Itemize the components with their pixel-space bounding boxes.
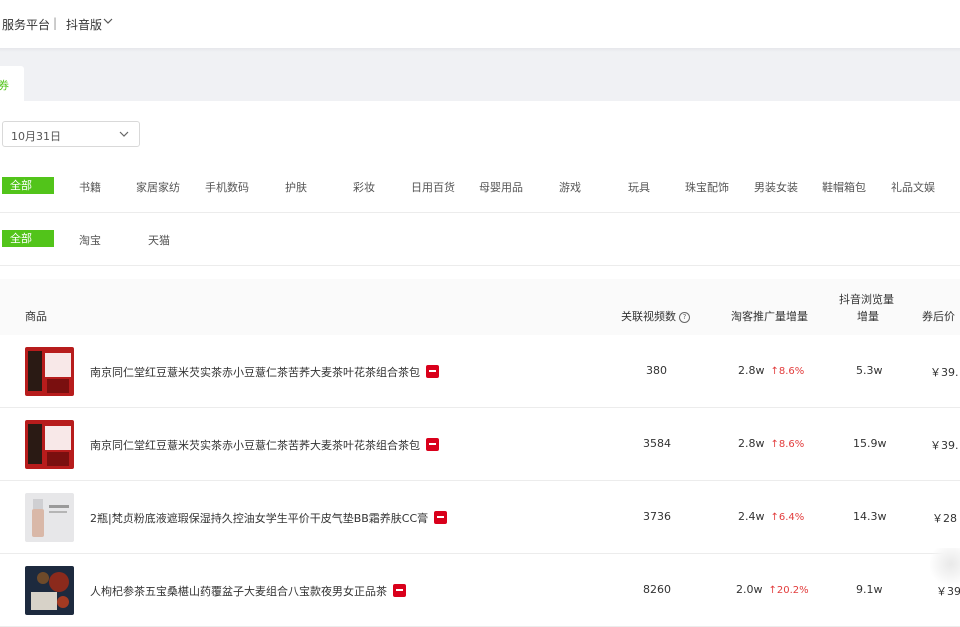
video-count: 3584 bbox=[643, 437, 671, 450]
promo-growth: 2.8w ↑8.6% bbox=[738, 364, 804, 377]
version-switch[interactable]: 抖音版 bbox=[66, 16, 102, 33]
view-growth: 14.3w bbox=[853, 510, 887, 523]
promo-growth: 2.4w ↑6.4% bbox=[738, 510, 804, 523]
video-count: 380 bbox=[646, 364, 667, 377]
category-item[interactable]: 日用百货 bbox=[411, 179, 455, 195]
main-panel: 10月31日 全部 书籍 家居家纺 手机数码 护肤 彩妆 日用百货 母婴用品 游… bbox=[0, 101, 960, 627]
watermark-decoration bbox=[930, 548, 960, 588]
chevron-down-icon bbox=[119, 131, 129, 137]
product-thumbnail[interactable] bbox=[25, 420, 74, 469]
tab-coupon[interactable]: 券 bbox=[0, 66, 24, 101]
col-views-line1[interactable]: 抖音浏览量 bbox=[839, 291, 894, 307]
help-icon[interactable]: ? bbox=[679, 312, 690, 323]
video-count: 8260 bbox=[643, 583, 671, 596]
category-item[interactable]: 手机数码 bbox=[205, 179, 249, 195]
tmall-badge-icon bbox=[393, 584, 406, 597]
category-filter-row: 全部 书籍 家居家纺 手机数码 护肤 彩妆 日用百货 母婴用品 游戏 玩具 珠宝… bbox=[0, 160, 960, 213]
product-name[interactable]: 南京同仁堂红豆薏米芡实茶赤小豆薏仁茶苦荞大麦茶叶花茶组合茶包 bbox=[90, 364, 439, 380]
category-item[interactable]: 书籍 bbox=[79, 179, 101, 195]
coupon-price: ￥28 bbox=[932, 512, 957, 525]
category-item[interactable]: 珠宝配饰 bbox=[685, 179, 729, 195]
header-separator: | bbox=[53, 16, 58, 30]
col-videos[interactable]: 关联视频数? bbox=[621, 308, 690, 324]
product-name-text: 人枸杞参茶五宝桑椹山药覆盆子大麦组合八宝款夜男女正品茶 bbox=[90, 585, 387, 598]
table-row[interactable]: 人枸杞参茶五宝桑椹山药覆盆子大麦组合八宝款夜男女正品茶 8260 2.0w ↑20… bbox=[0, 554, 960, 627]
table-row[interactable]: 2瓶|梵贞粉底液遮瑕保湿持久控油女学生平价干皮气垫BB霜养肤CC膏 3736 2… bbox=[0, 481, 960, 554]
category-item[interactable]: 鞋帽箱包 bbox=[822, 179, 866, 195]
date-select[interactable]: 10月31日 bbox=[2, 121, 140, 147]
tmall-badge-icon bbox=[426, 438, 439, 451]
product-name[interactable]: 人枸杞参茶五宝桑椹山药覆盆子大麦组合八宝款夜男女正品茶 bbox=[90, 583, 406, 599]
promo-change: ↑20.2% bbox=[768, 585, 809, 596]
promo-growth-value: 2.8w bbox=[738, 364, 765, 377]
promo-growth-value: 2.0w bbox=[736, 583, 763, 596]
category-item[interactable]: 游戏 bbox=[559, 179, 581, 195]
coupon-price: ￥39. bbox=[930, 366, 959, 379]
category-item[interactable]: 礼品文娱 bbox=[891, 179, 935, 195]
promo-change: ↑8.6% bbox=[770, 366, 805, 377]
platform-item-tmall[interactable]: 天猫 bbox=[148, 232, 170, 248]
platform-item-taobao[interactable]: 淘宝 bbox=[79, 232, 101, 248]
category-item[interactable]: 玩具 bbox=[628, 179, 650, 195]
category-all-pill[interactable]: 全部 bbox=[2, 177, 54, 194]
coupon-price: ￥39. bbox=[930, 439, 959, 452]
top-bar: 服务平台 | 抖音版 bbox=[0, 0, 960, 48]
platform-filter-row: 全部 淘宝 天猫 bbox=[0, 213, 960, 266]
header-shadow bbox=[0, 48, 960, 52]
col-promo[interactable]: 淘客推广量增量 bbox=[731, 308, 808, 324]
product-name[interactable]: 2瓶|梵贞粉底液遮瑕保湿持久控油女学生平价干皮气垫BB霜养肤CC膏 bbox=[90, 510, 448, 526]
tmall-badge-icon bbox=[426, 365, 439, 378]
promo-growth-value: 2.8w bbox=[738, 437, 765, 450]
platform-all-pill[interactable]: 全部 bbox=[2, 230, 54, 247]
product-name-text: 南京同仁堂红豆薏米芡实茶赤小豆薏仁茶苦荞大麦茶叶花茶组合茶包 bbox=[90, 366, 420, 379]
category-item[interactable]: 男装女装 bbox=[754, 179, 798, 195]
video-count: 3736 bbox=[643, 510, 671, 523]
product-name-text: 南京同仁堂红豆薏米芡实茶赤小豆薏仁茶苦荞大麦茶叶花茶组合茶包 bbox=[90, 439, 420, 452]
table-row[interactable]: 南京同仁堂红豆薏米芡实茶赤小豆薏仁茶苦荞大麦茶叶花茶组合茶包 3584 2.8w… bbox=[0, 408, 960, 481]
chevron-down-icon[interactable] bbox=[103, 16, 113, 26]
promo-change: ↑8.6% bbox=[770, 439, 805, 450]
category-item[interactable]: 家居家纺 bbox=[136, 179, 180, 195]
product-thumbnail[interactable] bbox=[25, 493, 74, 542]
col-views-line2[interactable]: 增量 bbox=[857, 308, 879, 324]
category-item[interactable]: 彩妆 bbox=[353, 179, 375, 195]
promo-growth: 2.0w ↑20.2% bbox=[736, 583, 809, 596]
category-item[interactable]: 护肤 bbox=[285, 179, 307, 195]
promo-change: ↑6.4% bbox=[770, 512, 805, 523]
date-select-value: 10月31日 bbox=[11, 130, 61, 143]
product-thumbnail[interactable] bbox=[25, 347, 74, 396]
col-product: 商品 bbox=[25, 310, 47, 323]
view-growth: 5.3w bbox=[856, 364, 883, 377]
promo-growth-value: 2.4w bbox=[738, 510, 765, 523]
tab-coupon-label: 券 bbox=[0, 79, 9, 92]
product-name-text: 2瓶|梵贞粉底液遮瑕保湿持久控油女学生平价干皮气垫BB霜养肤CC膏 bbox=[90, 512, 429, 525]
product-thumbnail[interactable] bbox=[25, 566, 74, 615]
view-growth: 15.9w bbox=[853, 437, 887, 450]
table-row[interactable]: 南京同仁堂红豆薏米芡实茶赤小豆薏仁茶苦荞大麦茶叶花茶组合茶包 380 2.8w ↑… bbox=[0, 335, 960, 408]
col-videos-label: 关联视频数 bbox=[621, 310, 676, 323]
view-growth: 9.1w bbox=[856, 583, 883, 596]
tmall-badge-icon bbox=[434, 511, 448, 524]
promo-growth: 2.8w ↑8.6% bbox=[738, 437, 804, 450]
table-header: 商品 关联视频数? 淘客推广量增量 抖音浏览量 增量 券后价 bbox=[0, 279, 960, 336]
category-item[interactable]: 母婴用品 bbox=[479, 179, 523, 195]
col-price[interactable]: 券后价 bbox=[922, 308, 955, 324]
product-name[interactable]: 南京同仁堂红豆薏米芡实茶赤小豆薏仁茶苦荞大麦茶叶花茶组合茶包 bbox=[90, 437, 439, 453]
platform-title: 服务平台 bbox=[2, 18, 51, 32]
